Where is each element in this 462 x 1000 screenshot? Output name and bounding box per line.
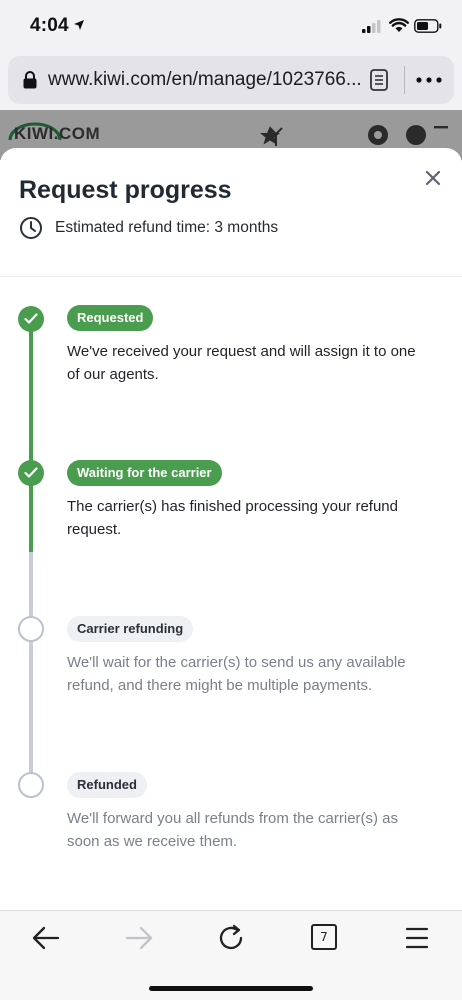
- timeline-line-pending: [29, 552, 33, 784]
- url-bar-divider: [404, 66, 405, 94]
- header-icons: [260, 125, 448, 146]
- menu-icon[interactable]: [402, 924, 432, 952]
- estimated-refund-time: Estimated refund time: 3 months: [19, 216, 278, 240]
- back-arrow-icon[interactable]: [31, 924, 61, 952]
- clock-icon: [20, 217, 42, 239]
- step-carrier-refunding-circle-icon: [18, 616, 44, 642]
- status-bar: 4:04: [0, 0, 462, 56]
- location-arrow-icon: [74, 20, 84, 30]
- lock-icon: [23, 71, 37, 89]
- step-badge-requested: Requested: [67, 305, 154, 331]
- status-time: 4:04: [30, 15, 69, 36]
- divider: [0, 276, 462, 277]
- tabs-button[interactable]: 7: [311, 924, 337, 950]
- wifi-icon: [389, 18, 409, 32]
- step-requested-check-icon: [18, 306, 44, 332]
- timeline-line-completed: [29, 330, 33, 552]
- close-icon[interactable]: [421, 166, 445, 190]
- screen: 4:04 www.kiwi.com/en/manage/1023766... K…: [0, 0, 462, 1000]
- more-options-icon[interactable]: [416, 77, 442, 83]
- step-badge-refunded: Refunded: [67, 772, 147, 798]
- request-progress-modal: Request progress Estimated refund time: …: [0, 148, 462, 910]
- step-description-carrier-refunding: We'll wait for the carrier(s) to send us…: [67, 654, 406, 694]
- url-text[interactable]: www.kiwi.com/en/manage/1023766...: [48, 69, 366, 91]
- step-refunded-circle-icon: [18, 772, 44, 798]
- step-badge-waiting-for-carrier: Waiting for the carrier: [67, 460, 222, 486]
- step-description-refunded: We'll forward you all refunds from the c…: [67, 810, 399, 850]
- cellular-signal-icon: [362, 20, 381, 33]
- forward-arrow-icon[interactable]: [124, 924, 154, 952]
- kiwi-logo: KIWI.COM: [14, 124, 101, 143]
- address-bar[interactable]: www.kiwi.com/en/manage/1023766...: [8, 56, 454, 104]
- step-description-waiting-for-carrier: The carrier(s) has finished processing y…: [67, 498, 398, 538]
- step-waiting-check-icon: [18, 460, 44, 486]
- battery-icon: [414, 19, 442, 33]
- home-indicator[interactable]: [149, 986, 313, 991]
- modal-title: Request progress: [19, 176, 232, 204]
- reload-icon[interactable]: [217, 924, 247, 952]
- step-badge-carrier-refunding: Carrier refunding: [67, 616, 194, 642]
- eta-text: Estimated refund time: 3 months: [55, 219, 279, 236]
- reader-view-icon[interactable]: [370, 69, 388, 91]
- step-description-requested: We've received your request and will ass…: [67, 343, 416, 383]
